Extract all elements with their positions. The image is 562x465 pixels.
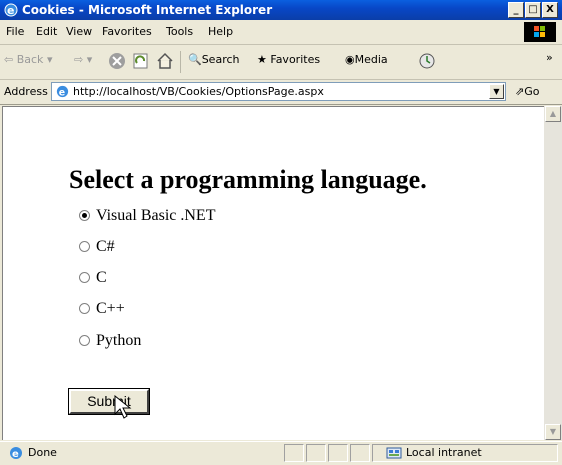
- toolbar-separator: [180, 51, 181, 73]
- address-dropdown-button[interactable]: ▼: [489, 84, 504, 99]
- radio-option-vbnet[interactable]: Visual Basic .NET: [79, 207, 215, 225]
- favorites-icon: ★: [257, 53, 267, 66]
- menu-help[interactable]: Help: [208, 25, 233, 38]
- favorites-button[interactable]: ★ Favorites: [257, 53, 320, 66]
- status-panel: [306, 444, 326, 462]
- standard-toolbar: ⇦ Back ▾ ⇨ ▾ 🔍Search ★ Favorites ◉Media …: [0, 45, 562, 80]
- media-icon: ◉: [345, 53, 355, 66]
- back-button[interactable]: ⇦ Back ▾: [4, 53, 52, 66]
- refresh-icon[interactable]: [132, 52, 150, 70]
- status-bar: e Done Local intranet: [0, 441, 562, 465]
- vertical-scrollbar[interactable]: ▲ ▼: [544, 106, 562, 440]
- radio-option-python[interactable]: Python: [79, 332, 141, 350]
- close-button[interactable]: X: [542, 2, 558, 18]
- menu-view[interactable]: View: [66, 25, 92, 38]
- page-heading: Select a programming language.: [69, 165, 427, 194]
- status-text: Done: [28, 446, 57, 459]
- svg-text:e: e: [59, 87, 65, 98]
- radio-option-cpp[interactable]: C++: [79, 300, 125, 318]
- submit-button[interactable]: Submit: [68, 388, 150, 415]
- chevron-down-icon: ▾: [86, 53, 93, 66]
- radio-label: C++: [96, 300, 125, 317]
- forward-button[interactable]: ⇨ ▾: [74, 53, 92, 66]
- radio-label: Python: [96, 332, 142, 349]
- window-title: Cookies - Microsoft Internet Explorer: [22, 3, 273, 17]
- page-content: Select a programming language. Visual Ba…: [2, 106, 544, 440]
- svg-text:e: e: [7, 4, 14, 17]
- radio-option-csharp[interactable]: C#: [79, 238, 115, 256]
- radio-button[interactable]: [79, 335, 90, 346]
- search-button[interactable]: 🔍Search: [188, 53, 240, 66]
- radio-button[interactable]: [79, 272, 90, 283]
- address-input[interactable]: e http://localhost/VB/Cookies/OptionsPag…: [51, 82, 506, 101]
- radio-option-c[interactable]: C: [79, 269, 107, 287]
- minimize-button[interactable]: _: [508, 2, 524, 18]
- status-panel: [328, 444, 348, 462]
- radio-label: C#: [96, 238, 115, 255]
- address-label: Address: [4, 85, 48, 98]
- menu-edit[interactable]: Edit: [36, 25, 57, 38]
- mouse-cursor-icon: [114, 395, 132, 419]
- windows-logo-throbber: [524, 22, 556, 42]
- chevron-down-icon: ▾: [46, 53, 53, 66]
- radio-button[interactable]: [79, 241, 90, 252]
- local-intranet-icon: [386, 447, 402, 459]
- svg-text:e: e: [12, 449, 19, 460]
- search-icon: 🔍: [188, 53, 202, 66]
- media-button[interactable]: ◉Media: [345, 53, 388, 66]
- scroll-up-button[interactable]: ▲: [545, 106, 561, 122]
- page-done-icon: e: [10, 447, 22, 460]
- address-url: http://localhost/VB/Cookies/OptionsPage.…: [73, 85, 324, 98]
- ie-logo-icon: e: [4, 3, 18, 17]
- history-icon[interactable]: [418, 52, 436, 70]
- back-arrow-icon: ⇦: [4, 53, 14, 66]
- home-icon[interactable]: [156, 52, 174, 70]
- radio-button[interactable]: [79, 303, 90, 314]
- security-zone-text: Local intranet: [406, 446, 482, 459]
- maximize-button[interactable]: □: [525, 2, 541, 18]
- radio-label: Visual Basic .NET: [96, 207, 216, 224]
- address-bar: Address e http://localhost/VB/Cookies/Op…: [0, 80, 562, 105]
- menu-file[interactable]: File: [6, 25, 24, 38]
- go-button[interactable]: ⇗Go: [515, 85, 539, 98]
- radio-button-checked[interactable]: [79, 210, 90, 221]
- menu-tools[interactable]: Tools: [166, 25, 193, 38]
- radio-label: C: [96, 269, 107, 286]
- menu-favorites[interactable]: Favorites: [102, 25, 152, 38]
- status-panel: [284, 444, 304, 462]
- scroll-down-button[interactable]: ▼: [545, 424, 561, 440]
- menu-bar: File Edit View Favorites Tools Help: [0, 20, 562, 45]
- browser-window: e Cookies - Microsoft Internet Explorer …: [0, 0, 562, 464]
- go-arrow-icon: ⇗: [515, 85, 525, 98]
- toolbar-overflow-chevron[interactable]: »: [546, 51, 553, 64]
- title-bar[interactable]: e Cookies - Microsoft Internet Explorer …: [0, 0, 562, 20]
- windows-flag-icon: [534, 26, 545, 37]
- stop-icon[interactable]: [108, 52, 126, 70]
- page-icon: e: [56, 85, 69, 98]
- status-panel: [350, 444, 370, 462]
- forward-arrow-icon: ⇨: [74, 53, 84, 66]
